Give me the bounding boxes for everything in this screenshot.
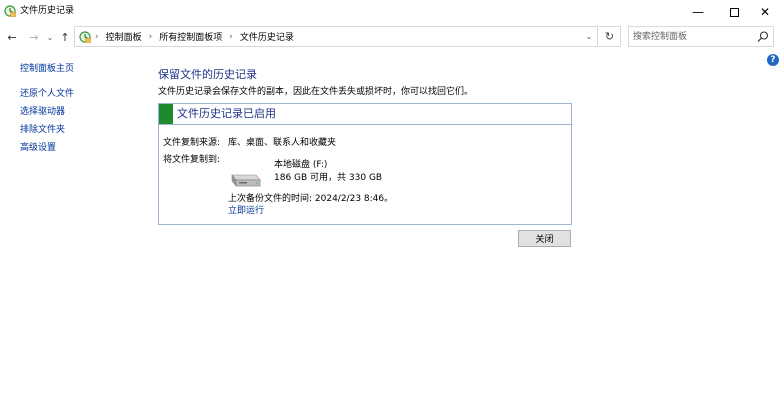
navigation-bar: ← → ⌄ ↑ › 控制面板 › 所有控制面板项 › 文件历史记录 ⌄ ↻ — [0, 24, 782, 50]
copy-from-label: 文件复制来源: — [163, 138, 221, 148]
maximize-icon — [729, 7, 739, 17]
sidebar-item-select-drive[interactable]: 选择驱动器 — [20, 106, 65, 118]
arrow-up-icon: ↑ — [60, 30, 70, 44]
minimize-icon: — — [692, 5, 704, 19]
minimize-button[interactable]: — — [678, 0, 718, 24]
copy-from-value: 库、桌面、联系人和收藏夹 — [228, 138, 337, 148]
search-input[interactable] — [633, 29, 753, 44]
search-box[interactable] — [628, 26, 774, 47]
chevron-down-icon: ⌄ — [585, 32, 593, 41]
address-dropdown-button[interactable]: ⌄ — [581, 27, 597, 46]
breadcrumb-separator: › — [148, 31, 153, 42]
page-description: 文件历史记录会保存文件的副本，因此在文件丢失或损坏时，你可以找回它们。 — [158, 87, 474, 97]
refresh-button[interactable]: ↻ — [599, 26, 621, 47]
run-now-link[interactable]: 立即运行 — [228, 205, 264, 217]
close-button[interactable]: 关闭 — [518, 230, 571, 247]
help-icon[interactable]: ? — [767, 54, 779, 66]
arrow-left-icon: ← — [7, 30, 17, 44]
sidebar-item-exclude-folders[interactable]: 排除文件夹 — [20, 124, 65, 136]
search-icon[interactable] — [756, 30, 770, 44]
breadcrumb-item-control-panel[interactable]: 控制面板 — [106, 30, 142, 43]
breadcrumb-separator: › — [229, 31, 233, 42]
status-panel: 文件历史记录已启用 文件复制来源: 库、桌面、联系人和收藏夹 将文件复制到: 本… — [158, 103, 572, 225]
hard-drive-icon — [231, 174, 261, 187]
refresh-icon: ↻ — [604, 30, 615, 43]
status-indicator — [159, 104, 173, 124]
arrow-right-icon: → — [29, 30, 39, 44]
help-glyph: ? — [770, 55, 776, 65]
drive-space: 186 GB 可用，共 330 GB — [274, 173, 383, 183]
file-history-icon — [79, 31, 91, 43]
breadcrumb-item-all-items[interactable]: 所有控制面板项 — [159, 30, 222, 43]
chevron-down-icon: ⌄ — [46, 32, 54, 42]
sidebar-item-control-panel-home[interactable]: 控制面板主页 — [20, 63, 74, 75]
status-title: 文件历史记录已启用 — [177, 107, 276, 120]
recent-locations-button[interactable]: ⌄ — [42, 29, 58, 45]
status-panel-header: 文件历史记录已启用 — [159, 104, 571, 125]
sidebar-item-advanced-settings[interactable]: 高级设置 — [20, 142, 56, 154]
forward-button[interactable]: → — [26, 29, 42, 45]
up-button[interactable]: ↑ — [57, 29, 73, 45]
close-icon: ✕ — [759, 5, 771, 19]
drive-name: 本地磁盘 (F:) — [274, 160, 328, 170]
address-bar[interactable]: › 控制面板 › 所有控制面板项 › 文件历史记录 ⌄ — [74, 26, 598, 47]
window-title: 文件历史记录 — [20, 6, 75, 16]
breadcrumb: › 控制面板 › 所有控制面板项 › 文件历史记录 — [95, 27, 294, 46]
breadcrumb-item-file-history[interactable]: 文件历史记录 — [240, 30, 294, 43]
breadcrumb-separator: › — [95, 31, 99, 42]
close-window-button[interactable]: ✕ — [748, 0, 782, 24]
sidebar-item-restore-files[interactable]: 还原个人文件 — [20, 88, 74, 100]
copy-to-label: 将文件复制到: — [163, 155, 221, 165]
back-button[interactable]: ← — [4, 29, 20, 45]
file-history-icon — [4, 5, 16, 17]
title-bar: 文件历史记录 — ✕ — [0, 0, 782, 24]
page-title: 保留文件的历史记录 — [158, 68, 257, 81]
last-backup-time: 上次备份文件的时间: 2024/2/23 8:46。 — [228, 194, 394, 204]
